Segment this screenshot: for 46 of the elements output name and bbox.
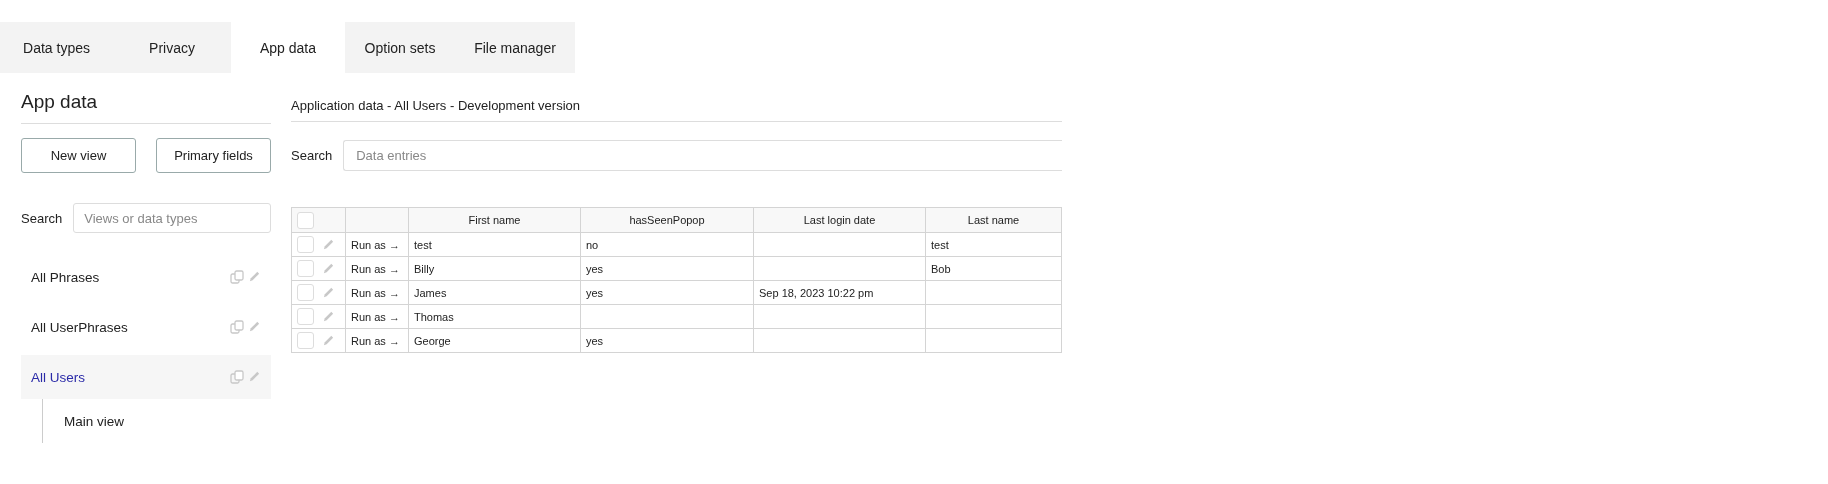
tab[interactable]: App data [231, 22, 345, 73]
copy-icon[interactable] [230, 320, 244, 334]
sidebar-subitem[interactable]: Main view [43, 399, 271, 443]
pencil-icon[interactable] [248, 320, 261, 333]
sidebar-item[interactable]: All Users [21, 355, 271, 399]
table-cell: test [414, 238, 432, 251]
search-field[interactable]: Views or data types [73, 203, 272, 233]
table-cell: yes [586, 286, 604, 299]
panel-title: App data [21, 73, 271, 124]
table-cell: Bob [931, 262, 951, 275]
column-header: Last login date [803, 214, 876, 226]
search-label: Search [291, 148, 333, 163]
table-cell: Sep 18, 2023 10:22 pm [759, 286, 874, 299]
view-button[interactable]: Primary fields [156, 138, 271, 173]
copy-icon[interactable] [230, 370, 244, 384]
page-title: Application data - All Users - Development version [291, 73, 1062, 122]
checkbox[interactable] [297, 332, 314, 349]
pencil-icon[interactable] [322, 286, 335, 299]
sidebar-item[interactable]: All UserPhrases [21, 305, 271, 349]
pencil-icon[interactable] [322, 262, 335, 275]
pencil-icon[interactable] [248, 270, 261, 283]
search-field[interactable]: Data entries [343, 140, 1062, 171]
column-header: hasSeenPopop [629, 214, 705, 226]
checkbox[interactable] [297, 260, 314, 277]
checkbox[interactable] [297, 308, 314, 325]
view-button[interactable]: New view [21, 138, 136, 173]
column-header: Last name [967, 214, 1020, 226]
checkbox[interactable] [297, 284, 314, 301]
table-cell: no [586, 238, 599, 251]
table-cell: Billy [414, 262, 435, 275]
pencil-icon[interactable] [248, 370, 261, 383]
copy-icon[interactable] [230, 270, 244, 284]
table-cell: yes [586, 334, 604, 347]
pencil-icon[interactable] [322, 334, 335, 347]
checkbox[interactable] [297, 211, 314, 229]
sidebar-item[interactable]: All Phrases [21, 255, 271, 299]
table-cell: yes [586, 262, 604, 275]
table-cell: George [414, 334, 451, 347]
search-label: Search [21, 210, 63, 226]
checkbox[interactable] [297, 236, 314, 253]
pencil-icon[interactable] [322, 310, 335, 323]
table-cell: James [414, 286, 447, 299]
table-cell: Thomas [414, 310, 454, 323]
column-header: First name [468, 214, 521, 226]
table-cell: test [931, 238, 949, 251]
pencil-icon[interactable] [322, 238, 335, 251]
